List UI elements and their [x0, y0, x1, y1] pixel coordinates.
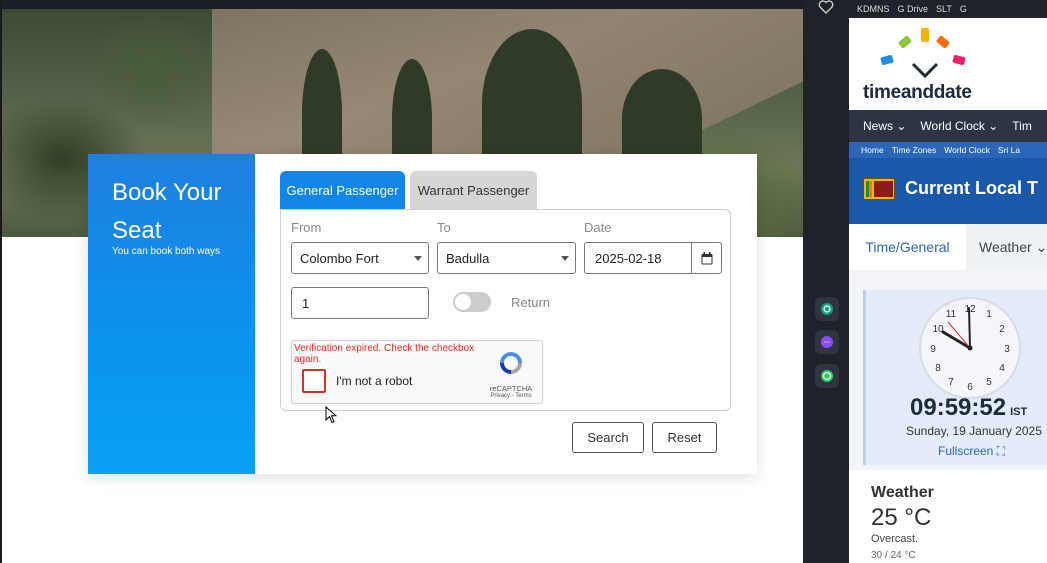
weather-range: 30 / 24 °C	[871, 550, 916, 561]
nav-time[interactable]: Tim	[1012, 119, 1032, 133]
return-label: Return	[511, 295, 551, 310]
clock-number: 1	[986, 309, 992, 320]
clock-number: 3	[1004, 344, 1010, 355]
passenger-count-value: 1	[302, 295, 310, 311]
booking-page: Book Your Seat You can book both ways Ge…	[0, 0, 805, 563]
to-select[interactable]: Badulla	[437, 242, 576, 274]
from-select[interactable]: Colombo Fort	[291, 242, 429, 274]
browser-top-strip	[2, 0, 805, 9]
weather-card: Weather 25 °C Overcast. 30 / 24 °C	[849, 470, 1047, 563]
timeanddate-logo-icon[interactable]	[879, 24, 979, 80]
crumb-home[interactable]: Home	[861, 145, 884, 155]
booking-title: Book Your Seat	[112, 179, 222, 244]
breadcrumb: Home Time Zones World Clock Sri La	[849, 142, 1047, 158]
recaptcha-privacy-terms[interactable]: Privacy - Terms	[486, 393, 536, 399]
bookmark-gdrive[interactable]: G Drive	[898, 4, 929, 14]
captcha-checkbox[interactable]	[302, 369, 326, 393]
clock-number: 4	[999, 363, 1005, 374]
calendar-button[interactable]	[691, 243, 721, 273]
crumb-time-zones[interactable]: Time Zones	[892, 145, 937, 155]
messenger-icon[interactable]	[815, 330, 839, 354]
return-toggle[interactable]	[453, 292, 491, 312]
date-label: Date	[584, 220, 612, 235]
timeanddate-logo-text[interactable]: timeanddate	[863, 82, 972, 104]
clock-number: 11	[946, 309, 957, 320]
tab-time-general[interactable]: Time/General	[849, 224, 966, 270]
bookmark-slt[interactable]: SLT	[936, 4, 952, 14]
booking-subtitle: You can book both ways	[112, 246, 221, 257]
bookmarks-bar: KDMNS G Drive SLT G	[849, 0, 1047, 18]
timezone-label: IST	[1010, 406, 1028, 418]
clock-number: 9	[930, 344, 936, 355]
chevron-down-icon	[561, 256, 569, 261]
tab-weather[interactable]: Weather ⌄	[979, 224, 1047, 270]
nav-news[interactable]: News ⌄	[863, 119, 906, 133]
booking-side-panel: Book Your Seat You can book both ways	[88, 154, 255, 474]
clock-card: 12 1 2 3 4 5 6 7 8 9 10 11 09:59	[863, 290, 1047, 465]
tad-title-band: Current Local T	[849, 158, 1047, 224]
clock-number: 8	[935, 363, 941, 374]
recaptcha-icon	[500, 352, 522, 374]
crumb-world-clock[interactable]: World Clock	[944, 145, 990, 155]
clock-number: 12	[964, 304, 976, 315]
current-date: Sunday, 19 January 2025	[906, 424, 1042, 438]
clock-number: 2	[999, 324, 1005, 335]
clock-number: 5	[986, 377, 992, 388]
weather-temperature: 25 °C	[871, 504, 932, 531]
reset-button[interactable]: Reset	[652, 422, 717, 453]
weather-description: Overcast.	[871, 533, 919, 545]
bookmark-gmail[interactable]: G	[960, 4, 967, 14]
from-label: From	[291, 220, 322, 235]
recaptcha-brand: reCAPTCHA	[489, 384, 533, 393]
sri-lanka-flag-icon	[863, 178, 895, 200]
to-select-value: Badulla	[446, 250, 490, 266]
clock-number: 10	[932, 324, 944, 335]
date-input[interactable]: 2025-02-18	[584, 242, 722, 274]
heart-icon[interactable]	[818, 0, 834, 14]
captcha-error-text: Verification expired. Check the checkbox…	[294, 343, 475, 365]
timeanddate-panel: KDMNS G Drive SLT G timeanddate News ⌄ W…	[849, 0, 1047, 563]
analog-clock-icon: 12 1 2 3 4 5 6 7 8 9 10 11	[919, 297, 1021, 399]
clock-number: 6	[967, 382, 973, 393]
calendar-icon	[701, 251, 712, 264]
booking-card: Book Your Seat You can book both ways Ge…	[88, 154, 757, 474]
whatsapp-icon[interactable]	[815, 364, 839, 388]
booking-form: From To Date Colombo Fort Badulla 2025-0…	[280, 209, 731, 411]
search-button[interactable]: Search	[572, 422, 644, 453]
mouse-cursor-icon	[325, 406, 337, 424]
clock-number: 7	[948, 377, 954, 388]
tab-warrant-passenger[interactable]: Warrant Passenger	[410, 171, 537, 209]
chevron-down-icon	[414, 256, 422, 261]
browser-sidebar	[803, 0, 849, 563]
fullscreen-link[interactable]: Fullscreen ⛶	[938, 444, 1005, 459]
to-label: To	[437, 220, 451, 235]
chatgpt-icon[interactable]	[815, 297, 839, 321]
recaptcha-logo: reCAPTCHA Privacy - Terms	[486, 349, 536, 399]
tad-nav: News ⌄ World Clock ⌄ Tim	[849, 110, 1047, 142]
page-title: Current Local T	[905, 178, 1039, 198]
tad-tabs: Time/General Weather ⌄	[849, 224, 1047, 270]
bookmark-kdmns[interactable]: KDMNS	[857, 4, 890, 14]
passenger-count-input[interactable]: 1	[291, 287, 429, 319]
nav-world-clock[interactable]: World Clock ⌄	[920, 119, 998, 133]
digital-time: 09:59:52 IST	[910, 394, 1028, 421]
recaptcha-widget: Verification expired. Check the checkbox…	[291, 340, 543, 404]
tad-header: timeanddate	[849, 18, 1047, 110]
crumb-sri-lanka[interactable]: Sri La	[998, 145, 1020, 155]
tab-general-passenger[interactable]: General Passenger	[280, 171, 405, 209]
captcha-label: I'm not a robot	[336, 374, 413, 388]
weather-title: Weather	[871, 484, 934, 501]
date-input-value: 2025-02-18	[595, 250, 662, 266]
from-select-value: Colombo Fort	[300, 250, 379, 266]
